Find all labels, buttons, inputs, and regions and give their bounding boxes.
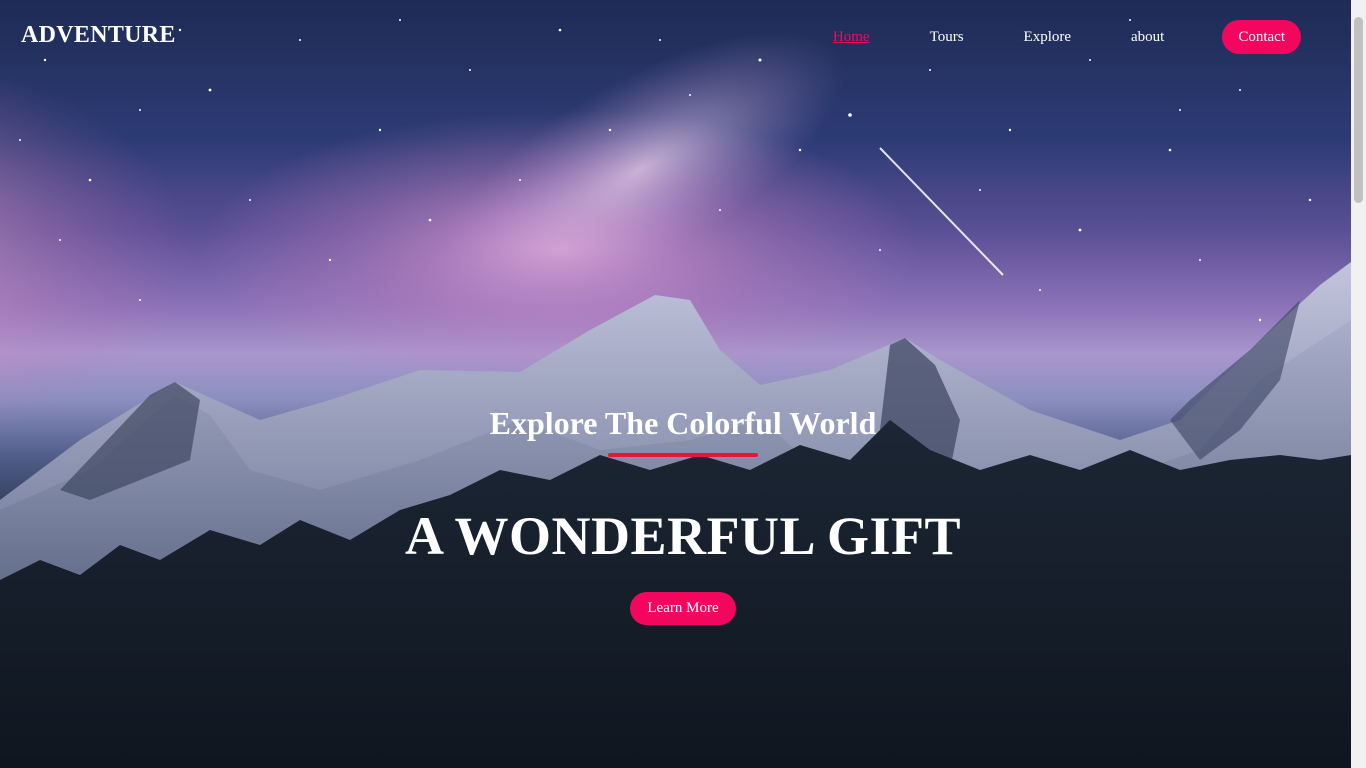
page: ADVENTURE Home Tours Explore about Conta… [0,0,1366,768]
nav-link-explore[interactable]: Explore [1024,29,1071,46]
subtitle-underline [608,453,758,457]
nav-link-home[interactable]: Home [833,29,870,46]
nav-link-tours[interactable]: Tours [930,29,964,46]
hero-section: ADVENTURE Home Tours Explore about Conta… [0,0,1351,768]
brand-logo[interactable]: ADVENTURE [21,22,176,49]
main-nav: Home Tours Explore about Contact [773,20,1301,54]
nav-link-about[interactable]: about [1131,29,1164,46]
scrollbar-thumb[interactable] [1354,17,1363,203]
learn-more-button[interactable]: Learn More [630,592,736,625]
contact-button[interactable]: Contact [1222,20,1301,54]
hero-background-image [0,19,1351,768]
hero-headline: A WONDERFUL GIFT [404,506,962,566]
page-scrollbar[interactable] [1351,0,1366,768]
hero-subtitle: Explore The Colorful World [489,405,877,441]
